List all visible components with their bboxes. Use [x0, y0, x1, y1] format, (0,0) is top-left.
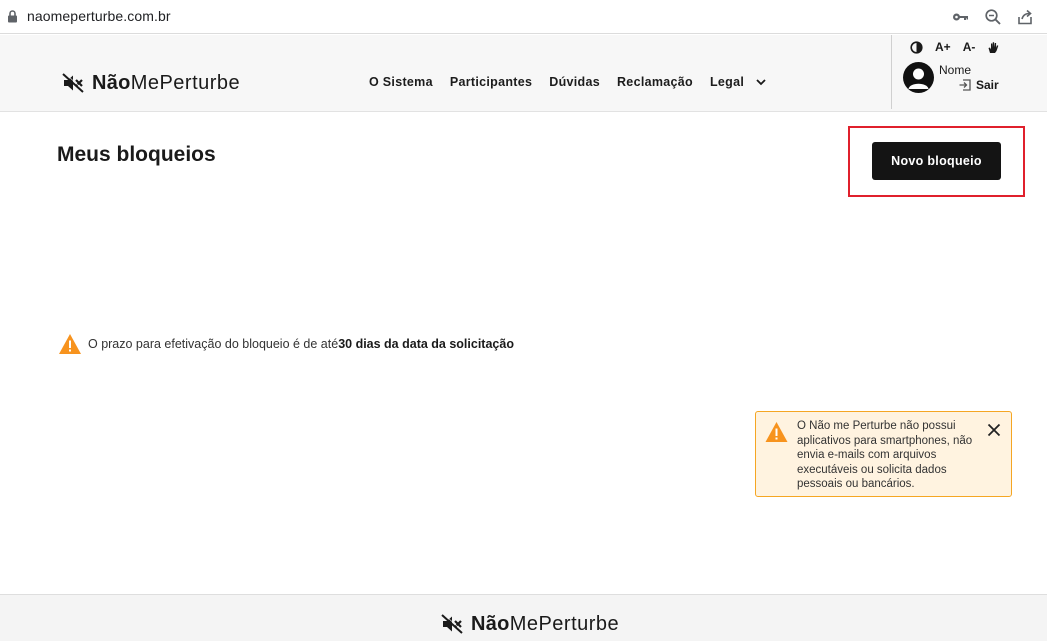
warning-toast: O Não me Perturbe não possui aplicativos…	[755, 411, 1012, 497]
deadline-notice: O prazo para efetivação do bloqueio é de…	[58, 333, 514, 355]
share-icon[interactable]	[1016, 8, 1034, 26]
toast-message: O Não me Perturbe não possui aplicativos…	[797, 420, 973, 490]
page-title: Meus bloqueios	[57, 143, 216, 166]
footer-logo-bold-text: Não	[471, 612, 510, 635]
avatar[interactable]	[903, 62, 934, 93]
logout-icon	[959, 79, 971, 91]
font-increase-button[interactable]: A+	[935, 40, 951, 54]
footer-logo: Não MePerturbe	[441, 612, 619, 636]
key-icon[interactable]	[951, 8, 969, 26]
muted-speaker-icon	[441, 614, 463, 634]
url-text[interactable]: naomeperturbe.com.br	[27, 8, 171, 24]
nav-item-participantes[interactable]: Participantes	[450, 75, 532, 89]
nav-item-reclamacao[interactable]: Reclamação	[617, 75, 693, 89]
contrast-toggle[interactable]	[910, 40, 923, 54]
main-nav: O Sistema Participantes Dúvidas Reclamaç…	[369, 75, 767, 89]
zoom-icon[interactable]	[984, 8, 1002, 26]
close-icon[interactable]	[986, 422, 1002, 438]
footer-logo-light-text: MePerturbe	[509, 612, 620, 635]
user-icon	[908, 68, 929, 89]
browser-address-bar: naomeperturbe.com.br	[0, 0, 1047, 34]
notice-strong-text: 30 dias da data da solicitação	[338, 337, 514, 351]
logout-button[interactable]: Sair	[958, 78, 999, 92]
new-block-button[interactable]: Novo bloqueio	[872, 142, 1001, 180]
muted-speaker-icon	[62, 73, 84, 93]
warning-icon	[59, 334, 81, 354]
sign-language-button[interactable]	[987, 41, 1000, 54]
site-logo[interactable]: Não MePerturbe	[62, 71, 240, 95]
font-decrease-button[interactable]: A-	[963, 40, 976, 54]
logout-label: Sair	[976, 78, 999, 92]
chevron-down-icon[interactable]	[755, 78, 767, 86]
site-header: Não MePerturbe O Sistema Participantes Dú…	[0, 35, 1047, 112]
accessibility-bar: A+ A-	[910, 40, 1012, 54]
logo-light-text: MePerturbe	[130, 71, 241, 94]
site-footer: Não MePerturbe	[0, 594, 1047, 641]
nav-item-o-sistema[interactable]: O Sistema	[369, 75, 433, 89]
warning-icon	[765, 422, 788, 442]
sign-language-hand-icon	[988, 41, 999, 53]
contrast-icon	[910, 40, 923, 54]
user-panel: A+ A- Nome Sair	[891, 35, 1047, 109]
notice-text: O prazo para efetivação do bloqueio é de…	[88, 337, 339, 351]
logo-bold-text: Não	[92, 71, 131, 94]
nav-item-duvidas[interactable]: Dúvidas	[549, 75, 600, 89]
lock-icon	[8, 10, 17, 23]
nav-item-legal[interactable]: Legal	[710, 75, 744, 89]
user-name: Nome	[939, 63, 972, 77]
